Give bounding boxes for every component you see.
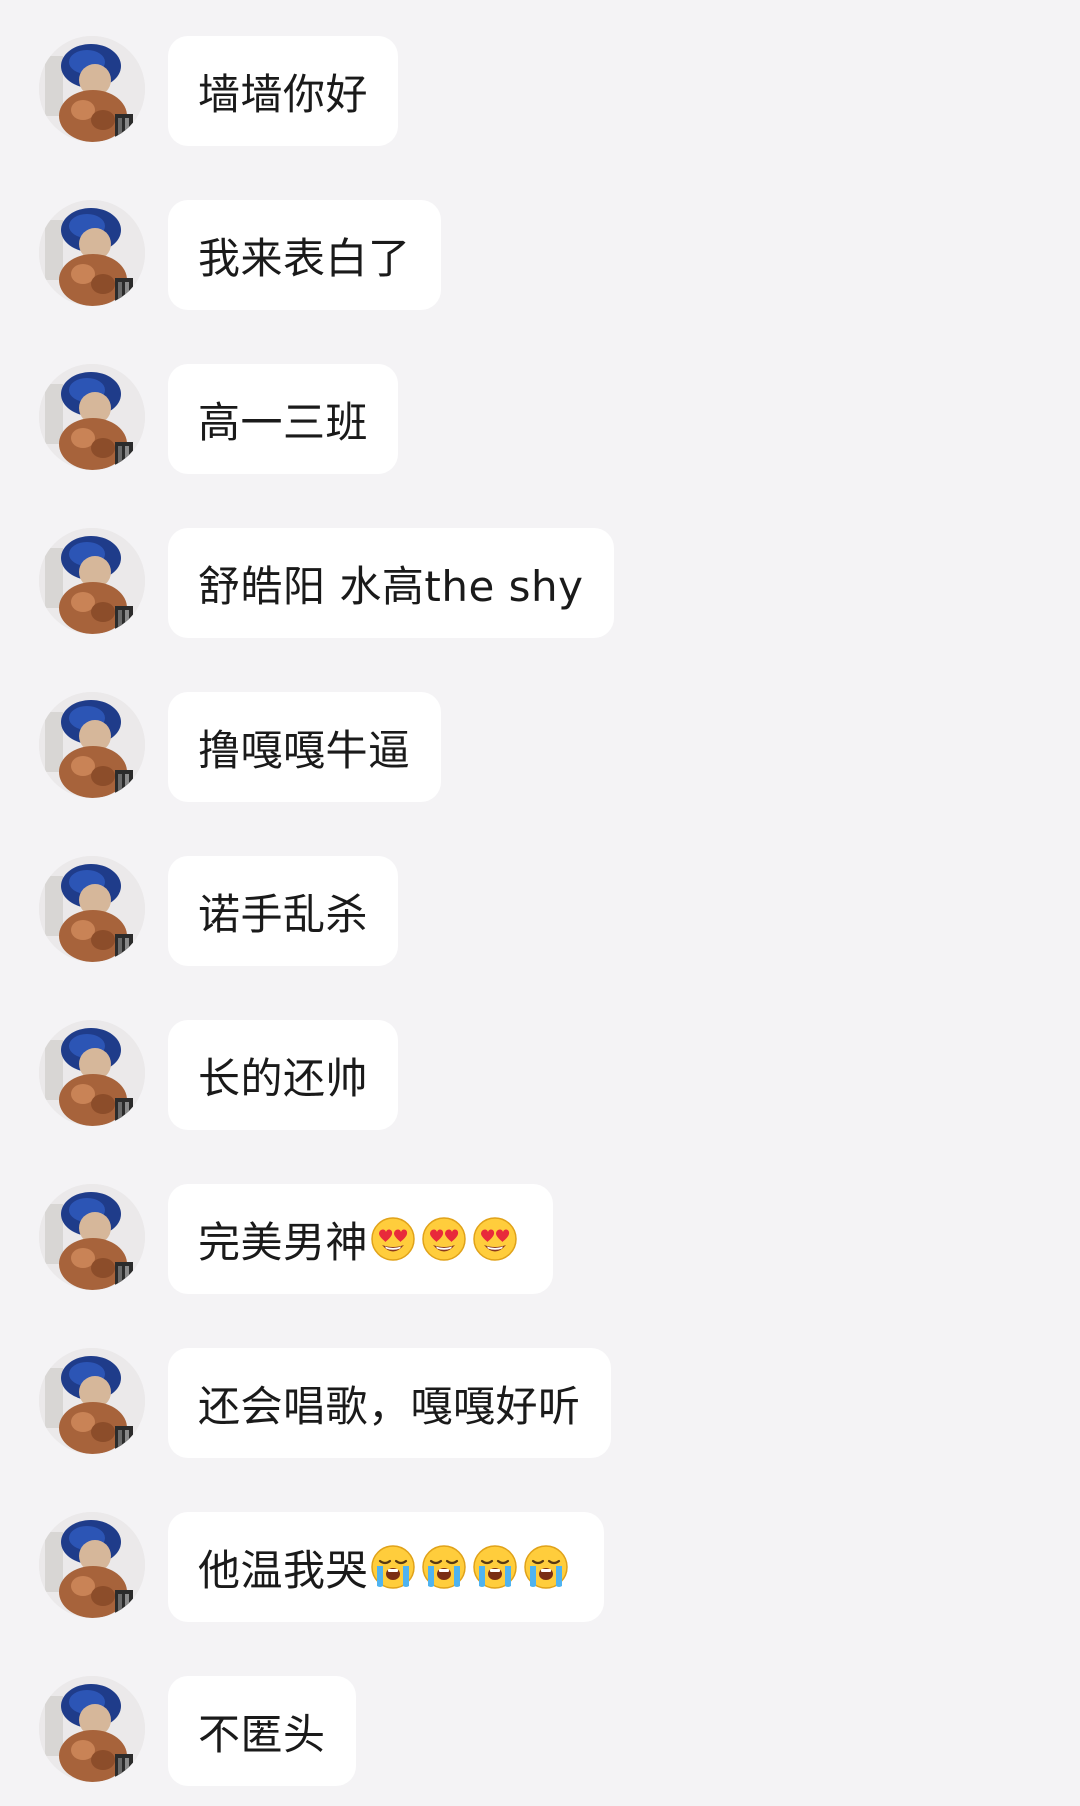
- sender-avatar[interactable]: [39, 36, 145, 142]
- sender-avatar[interactable]: [39, 1348, 145, 1454]
- heart-eyes-emoji: [421, 1216, 467, 1262]
- chat-message[interactable]: 舒皓阳 水高the shy: [0, 528, 1080, 638]
- chat-message[interactable]: 墙墙你好: [0, 36, 1080, 146]
- heart-eyes-emoji: [370, 1216, 416, 1262]
- message-bubble[interactable]: 高一三班: [168, 364, 399, 474]
- loudly-crying-emoji: [523, 1544, 569, 1590]
- chat-message[interactable]: 不匿头: [0, 1676, 1080, 1786]
- message-text: 诺手乱杀: [198, 889, 369, 939]
- sender-avatar[interactable]: [39, 692, 145, 798]
- chat-message[interactable]: 我来表白了: [0, 200, 1080, 310]
- message-bubble[interactable]: 他温我哭: [168, 1512, 605, 1622]
- chat-message[interactable]: 诺手乱杀: [0, 856, 1080, 966]
- sender-avatar[interactable]: [39, 856, 145, 962]
- message-bubble[interactable]: 舒皓阳 水高the shy: [168, 528, 614, 638]
- sender-avatar[interactable]: [39, 528, 145, 634]
- chat-message[interactable]: 高一三班: [0, 364, 1080, 474]
- loudly-crying-emoji: [472, 1544, 518, 1590]
- message-bubble[interactable]: 我来表白了: [168, 200, 441, 310]
- emoji-group: [370, 1544, 574, 1590]
- message-text: 撸嘎嘎牛逼: [198, 725, 411, 775]
- message-text: 他温我哭: [198, 1545, 369, 1595]
- message-bubble[interactable]: 完美男神: [168, 1184, 554, 1294]
- message-text: 不匿头: [198, 1709, 326, 1759]
- message-bubble[interactable]: 墙墙你好: [168, 36, 399, 146]
- sender-avatar[interactable]: [39, 1020, 145, 1126]
- sender-avatar[interactable]: [39, 364, 145, 470]
- loudly-crying-emoji: [370, 1544, 416, 1590]
- message-bubble[interactable]: 撸嘎嘎牛逼: [168, 692, 441, 802]
- message-text: 完美男神: [198, 1217, 369, 1267]
- message-text: 墙墙你好: [198, 69, 369, 119]
- chat-message[interactable]: 完美男神: [0, 1184, 1080, 1294]
- message-bubble[interactable]: 长的还帅: [168, 1020, 399, 1130]
- emoji-group: [370, 1216, 523, 1262]
- sender-avatar[interactable]: [39, 1676, 145, 1782]
- chat-message-list[interactable]: 墙墙你好 我来表白了 高一三班 舒皓阳 水高the shy 撸嘎嘎牛逼 诺手乱杀: [0, 0, 1080, 1806]
- message-text: 高一三班: [198, 397, 369, 447]
- loudly-crying-emoji: [421, 1544, 467, 1590]
- chat-message[interactable]: 长的还帅: [0, 1020, 1080, 1130]
- message-text: 长的还帅: [198, 1053, 369, 1103]
- chat-message[interactable]: 撸嘎嘎牛逼: [0, 692, 1080, 802]
- message-text: 还会唱歌，嘎嘎好听: [198, 1381, 581, 1431]
- message-bubble[interactable]: 不匿头: [168, 1676, 356, 1786]
- message-text: 我来表白了: [198, 233, 411, 283]
- sender-avatar[interactable]: [39, 1184, 145, 1290]
- message-bubble[interactable]: 还会唱歌，嘎嘎好听: [168, 1348, 611, 1458]
- chat-message[interactable]: 他温我哭: [0, 1512, 1080, 1622]
- chat-message[interactable]: 还会唱歌，嘎嘎好听: [0, 1348, 1080, 1458]
- heart-eyes-emoji: [472, 1216, 518, 1262]
- message-text: 舒皓阳 水高the shy: [198, 561, 584, 611]
- sender-avatar[interactable]: [39, 1512, 145, 1618]
- message-bubble[interactable]: 诺手乱杀: [168, 856, 399, 966]
- sender-avatar[interactable]: [39, 200, 145, 306]
